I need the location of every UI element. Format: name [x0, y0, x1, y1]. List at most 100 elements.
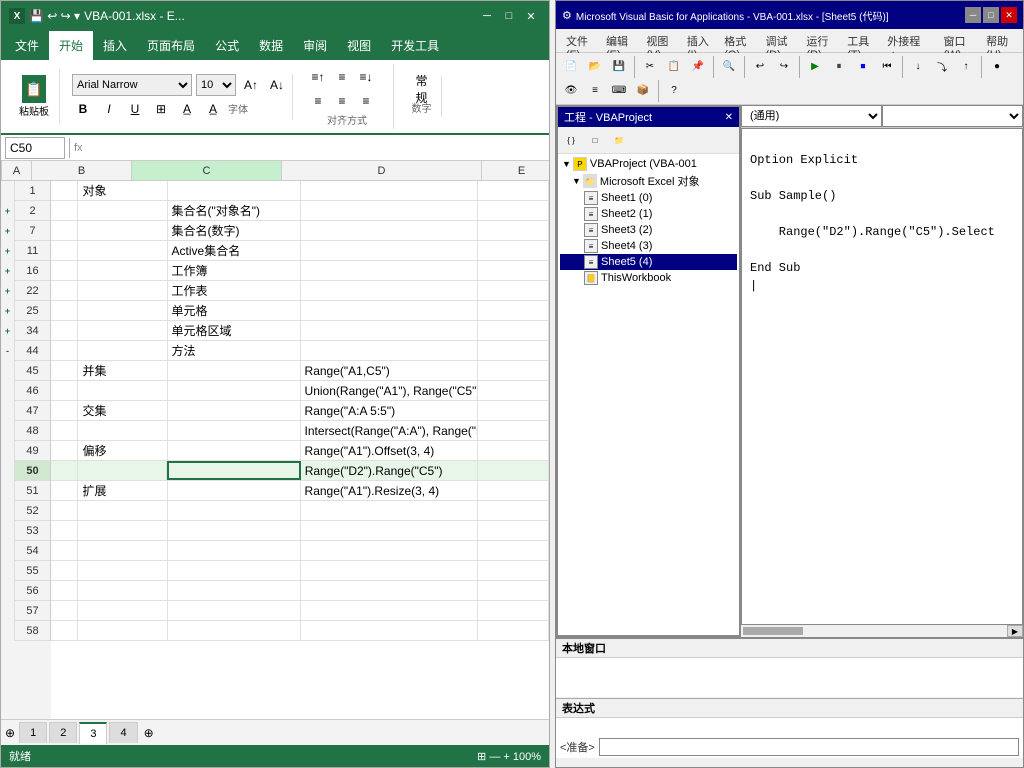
cell-48b[interactable] — [78, 421, 167, 440]
expand-11[interactable]: + — [1, 241, 15, 261]
cell-44b[interactable] — [78, 341, 167, 360]
tb-stop-button[interactable]: ⏹ — [852, 56, 874, 78]
underline-button[interactable]: U — [124, 98, 146, 120]
cell-44d[interactable] — [301, 341, 478, 360]
table-row[interactable] — [51, 601, 549, 621]
cell-25a[interactable] — [51, 301, 78, 320]
cell-50d[interactable]: Range("D2").Range("C5") — [301, 461, 478, 480]
font-increase-button[interactable]: A↑ — [240, 74, 262, 96]
project-view-code-button[interactable]: { } — [560, 129, 582, 151]
cell-48a[interactable] — [51, 421, 78, 440]
cell-22e[interactable] — [478, 281, 549, 300]
tab-data[interactable]: 数据 — [249, 31, 293, 60]
tree-item-thisworkbook[interactable]: 📒 ThisWorkbook — [560, 270, 737, 286]
table-row[interactable] — [51, 541, 549, 561]
cell-44c[interactable]: 方法 — [168, 341, 301, 360]
table-row[interactable] — [51, 621, 549, 641]
cell-34e[interactable] — [478, 321, 549, 340]
cell-51d[interactable]: Range("A1").Resize(3, 4) — [301, 481, 478, 500]
proc-combo[interactable] — [882, 105, 1023, 127]
tab-insert[interactable]: 插入 — [93, 31, 137, 60]
font-decrease-button[interactable]: A↓ — [266, 74, 288, 96]
cell-45c[interactable] — [168, 361, 301, 380]
menu-view[interactable]: 视图(V) — [640, 31, 678, 50]
expand-16[interactable]: + — [1, 261, 15, 281]
cell-34a[interactable] — [51, 321, 78, 340]
formula-input[interactable] — [87, 139, 545, 157]
cell-45b[interactable]: 并集 — [78, 361, 167, 380]
table-row[interactable]: 工作表 — [51, 281, 549, 301]
cell-50a[interactable] — [51, 461, 78, 480]
minimize-button[interactable]: ─ — [477, 6, 497, 26]
table-row[interactable] — [51, 501, 549, 521]
tree-item-sheet3[interactable]: ≡ Sheet3 (2) — [560, 222, 737, 238]
cell-11d[interactable] — [301, 241, 478, 260]
cell-47c[interactable] — [168, 401, 301, 420]
table-row[interactable]: 工作簿 — [51, 261, 549, 281]
cell-7d[interactable] — [301, 221, 478, 240]
tab-review[interactable]: 审阅 — [293, 31, 337, 60]
cell-34d[interactable] — [301, 321, 478, 340]
sheet-tab-2[interactable]: 2 — [49, 722, 77, 743]
cell-2b[interactable] — [78, 201, 167, 220]
font-color-button[interactable]: A̲ — [202, 98, 224, 120]
cell-47a[interactable] — [51, 401, 78, 420]
cell-45e[interactable] — [478, 361, 549, 380]
cell-16c[interactable]: 工作簿 — [168, 261, 301, 280]
table-row[interactable]: Intersect(Range("A:A"), Range("5:5")) — [51, 421, 549, 441]
expand-44[interactable]: - — [1, 341, 15, 361]
cell-16a[interactable] — [51, 261, 78, 280]
cell-47b[interactable]: 交集 — [78, 401, 167, 420]
tab-page-layout[interactable]: 页面布局 — [137, 31, 205, 60]
cell-48e[interactable] — [478, 421, 549, 440]
expression-input[interactable] — [599, 738, 1019, 756]
menu-format[interactable]: 格式(O) — [718, 31, 757, 50]
table-row[interactable]: 对象 — [51, 181, 549, 201]
table-row[interactable]: Active集合名 — [51, 241, 549, 261]
tb-help-button[interactable]: ? — [663, 80, 685, 102]
close-button[interactable]: ✕ — [521, 6, 541, 26]
cell-2c[interactable]: 集合名("对象名") — [168, 201, 301, 220]
table-row[interactable]: 单元格 — [51, 301, 549, 321]
cell-48c[interactable] — [168, 421, 301, 440]
hscroll-thumb[interactable] — [743, 627, 803, 635]
sheet-tab-1[interactable]: 1 — [19, 722, 47, 743]
align-left-button[interactable]: ≡ — [307, 90, 329, 112]
window-controls[interactable]: ─ □ ✕ — [477, 6, 541, 26]
table-row[interactable] — [51, 561, 549, 581]
cell-51a[interactable] — [51, 481, 78, 500]
cell-22d[interactable] — [301, 281, 478, 300]
tb-step-out-button[interactable]: ↑ — [955, 56, 977, 78]
align-bottom-button[interactable]: ≡↓ — [355, 66, 377, 88]
cell-7b[interactable] — [78, 221, 167, 240]
cell-34c[interactable]: 单元格区域 — [168, 321, 301, 340]
table-row[interactable]: 交集 Range("A:A 5:5") — [51, 401, 549, 421]
cell-46e[interactable] — [478, 381, 549, 400]
expand-25[interactable]: + — [1, 301, 15, 321]
cell-46d[interactable]: Union(Range("A1"), Range("C5")) — [301, 381, 478, 400]
vba-minimize-button[interactable]: ─ — [965, 7, 981, 23]
italic-button[interactable]: I — [98, 98, 120, 120]
expand-2[interactable]: + — [1, 201, 15, 221]
cell-1c[interactable] — [168, 181, 301, 200]
vba-close-button[interactable]: ✕ — [1001, 7, 1017, 23]
tb-open-button[interactable]: 📂 — [584, 56, 606, 78]
tb-paste-button[interactable]: 📌 — [687, 56, 709, 78]
cell-1e[interactable] — [478, 181, 549, 200]
cell-48d[interactable]: Intersect(Range("A:A"), Range("5:5")) — [301, 421, 478, 440]
menu-window[interactable]: 窗口(W) — [938, 31, 979, 50]
tab-formula[interactable]: 公式 — [205, 31, 249, 60]
cell-34b[interactable] — [78, 321, 167, 340]
align-right-button[interactable]: ≡ — [355, 90, 377, 112]
tb-undo-button[interactable]: ↩ — [749, 56, 771, 78]
tb-pause-button[interactable]: ⏸ — [828, 56, 850, 78]
cell-11b[interactable] — [78, 241, 167, 260]
tab-view[interactable]: 视图 — [337, 31, 381, 60]
cell-49d[interactable]: Range("A1").Offset(3, 4) — [301, 441, 478, 460]
vba-window-controls[interactable]: ─ □ ✕ — [965, 7, 1017, 23]
cell-16e[interactable] — [478, 261, 549, 280]
expand-34[interactable]: + — [1, 321, 15, 341]
cell-7c[interactable]: 集合名(数字) — [168, 221, 301, 240]
tb-step-over-button[interactable]: ⤵ — [931, 56, 953, 78]
table-row[interactable]: Union(Range("A1"), Range("C5")) — [51, 381, 549, 401]
